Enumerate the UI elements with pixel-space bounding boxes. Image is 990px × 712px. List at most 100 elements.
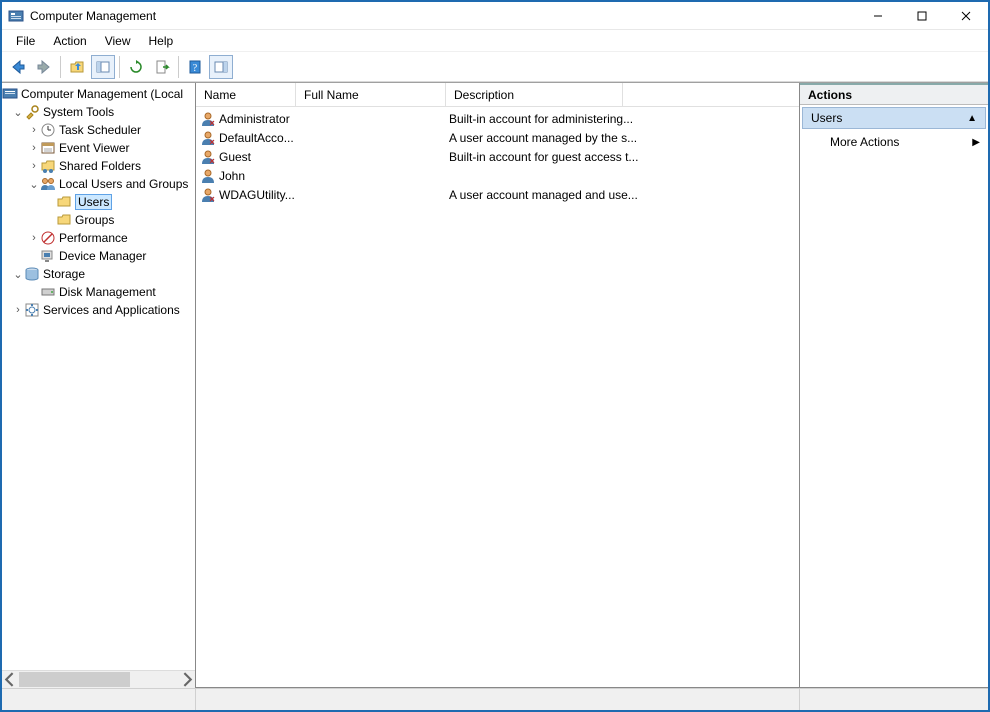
cell-name: Guest [219, 150, 299, 164]
performance-icon [40, 230, 56, 246]
tree-storage[interactable]: ⌄ Storage [2, 265, 195, 283]
status-cell-right [800, 689, 988, 710]
device-manager-icon [40, 248, 56, 264]
actions-section-label: Users [811, 111, 842, 125]
scroll-left-button[interactable] [2, 671, 19, 688]
main-area: Computer Management (Local ⌄ System Tool… [2, 82, 988, 688]
window: Computer Management File Action View Hel… [0, 0, 990, 712]
menu-help[interactable]: Help [141, 32, 182, 50]
list-header: Name Full Name Description [196, 83, 799, 107]
cell-name: DefaultAcco... [219, 131, 299, 145]
expand-icon[interactable]: › [28, 142, 40, 154]
tree-label: Computer Management (Local [21, 87, 183, 101]
up-folder-button[interactable] [65, 55, 89, 79]
menu-file[interactable]: File [8, 32, 43, 50]
tree-label: Disk Management [59, 285, 156, 299]
tree-label: Performance [59, 231, 128, 245]
scroll-right-button[interactable] [178, 671, 195, 688]
tree-label: Storage [43, 267, 85, 281]
clock-icon [40, 122, 56, 138]
user-icon [200, 130, 216, 146]
collapse-icon[interactable]: ⌄ [12, 106, 24, 119]
tree-device-manager[interactable]: Device Manager [2, 247, 195, 265]
tree-label: Groups [75, 213, 114, 227]
tree-label: System Tools [43, 105, 114, 119]
folder-icon [56, 212, 72, 228]
tree-groups[interactable]: Groups [2, 211, 195, 229]
cell-description: Built-in account for guest access t... [449, 150, 659, 164]
tree-root[interactable]: Computer Management (Local [2, 85, 195, 103]
scroll-thumb[interactable] [19, 672, 130, 687]
status-cell-left [2, 689, 196, 710]
column-name[interactable]: Name [196, 83, 296, 106]
user-icon [200, 149, 216, 165]
expand-icon[interactable]: › [12, 304, 24, 316]
forward-button[interactable] [32, 55, 56, 79]
maximize-button[interactable] [900, 2, 944, 30]
menubar: File Action View Help [2, 30, 988, 52]
show-hide-action-pane-button[interactable] [209, 55, 233, 79]
collapse-icon[interactable]: ⌄ [12, 268, 24, 281]
window-title: Computer Management [30, 9, 156, 23]
tree-users[interactable]: Users [2, 193, 195, 211]
user-icon [200, 187, 216, 203]
collapse-icon: ▲ [967, 113, 977, 124]
tree-label: Users [75, 194, 112, 210]
back-button[interactable] [6, 55, 30, 79]
disk-icon [40, 284, 56, 300]
show-hide-tree-button[interactable] [91, 55, 115, 79]
tree-shared-folders[interactable]: › Shared Folders [2, 157, 195, 175]
folder-icon [56, 194, 72, 210]
tree[interactable]: Computer Management (Local ⌄ System Tool… [2, 83, 195, 670]
column-fullname[interactable]: Full Name [296, 83, 446, 106]
cell-description: Built-in account for administering... [449, 112, 659, 126]
tree-disk-management[interactable]: Disk Management [2, 283, 195, 301]
statusbar [2, 688, 988, 710]
tree-event-viewer[interactable]: › Event Viewer [2, 139, 195, 157]
list-row[interactable]: Administrator Built-in account for admin… [196, 109, 799, 128]
cell-name: Administrator [219, 112, 299, 126]
minimize-button[interactable] [856, 2, 900, 30]
submenu-icon: ▶ [972, 137, 980, 148]
cell-description: A user account managed and use... [449, 188, 659, 202]
tree-services-apps[interactable]: › Services and Applications [2, 301, 195, 319]
users-groups-icon [40, 176, 56, 192]
tree-label: Local Users and Groups [59, 177, 188, 191]
refresh-button[interactable] [124, 55, 148, 79]
actions-more-actions[interactable]: More Actions ▶ [800, 131, 988, 153]
tree-performance[interactable]: › Performance [2, 229, 195, 247]
tools-icon [24, 104, 40, 120]
list-row[interactable]: John [196, 166, 799, 185]
scroll-track[interactable] [19, 671, 178, 688]
expand-icon[interactable]: › [28, 160, 40, 172]
expand-icon[interactable]: › [28, 124, 40, 136]
list-body[interactable]: Administrator Built-in account for admin… [196, 107, 799, 687]
tree-h-scrollbar[interactable] [2, 670, 195, 687]
tree-task-scheduler[interactable]: › Task Scheduler [2, 121, 195, 139]
column-spacer [623, 83, 799, 106]
menu-view[interactable]: View [97, 32, 139, 50]
shared-folder-icon [40, 158, 56, 174]
computer-icon [2, 86, 18, 102]
titlebar: Computer Management [2, 2, 988, 30]
list-row[interactable]: DefaultAcco... A user account managed by… [196, 128, 799, 147]
storage-icon [24, 266, 40, 282]
export-list-button[interactable] [150, 55, 174, 79]
list-row[interactable]: Guest Built-in account for guest access … [196, 147, 799, 166]
column-description[interactable]: Description [446, 83, 623, 106]
close-button[interactable] [944, 2, 988, 30]
tree-label: Shared Folders [59, 159, 141, 173]
cell-name: John [219, 169, 299, 183]
app-icon [8, 8, 24, 24]
collapse-icon[interactable]: ⌄ [28, 178, 40, 191]
actions-section-users[interactable]: Users ▲ [802, 107, 986, 129]
menu-action[interactable]: Action [45, 32, 94, 50]
tree-local-users-groups[interactable]: ⌄ Local Users and Groups [2, 175, 195, 193]
help-button[interactable]: ? [183, 55, 207, 79]
tree-label: Services and Applications [43, 303, 180, 317]
expand-icon[interactable]: › [28, 232, 40, 244]
tree-system-tools[interactable]: ⌄ System Tools [2, 103, 195, 121]
tree-pane: Computer Management (Local ⌄ System Tool… [2, 83, 196, 688]
list-row[interactable]: WDAGUtility... A user account managed an… [196, 185, 799, 204]
tree-label: Event Viewer [59, 141, 129, 155]
